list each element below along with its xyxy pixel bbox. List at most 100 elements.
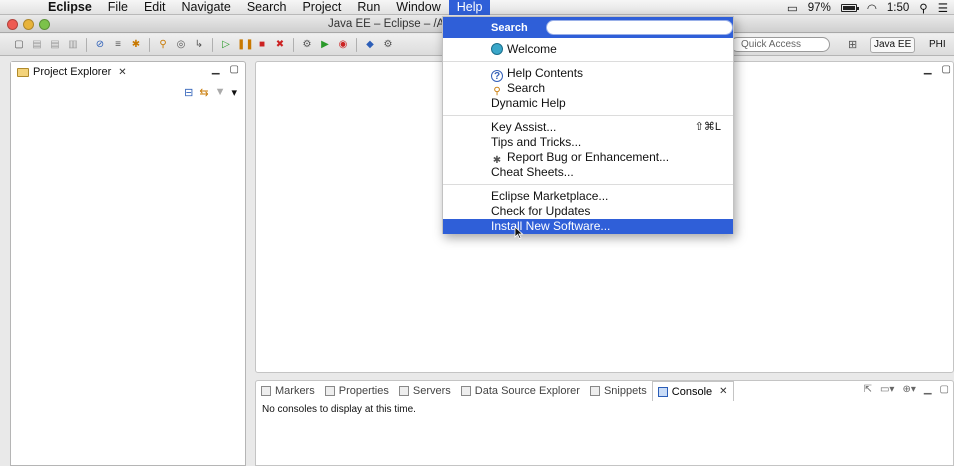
perspective-php-label: PHI — [929, 39, 946, 50]
tab-snippets-label: Snippets — [603, 385, 647, 397]
menu-item-install-new-software[interactable]: Install New Software... — [443, 219, 733, 234]
menu-item-install-new-software-label: Install New Software... — [491, 219, 611, 233]
filter-icon[interactable]: ▼ — [215, 86, 226, 99]
new-java-project-icon[interactable]: ◆ — [363, 38, 377, 51]
menu-item-cheat-sheets[interactable]: Cheat Sheets... — [443, 165, 733, 180]
perspective-php[interactable]: PHI — [925, 37, 950, 53]
resume-icon[interactable]: ▷ — [219, 38, 233, 51]
menu-item-report-bug-label: Report Bug or Enhancement... — [507, 150, 670, 164]
globe-icon — [491, 43, 503, 55]
maximize-icon[interactable]: ▢ — [940, 384, 949, 395]
tab-data-source-explorer[interactable]: Data Source Explorer — [456, 381, 585, 401]
skip-breakpoints-icon[interactable]: ⊘ — [93, 38, 107, 51]
open-settings-icon[interactable]: ⚙ — [381, 38, 395, 51]
system-menubar: Eclipse File Edit Navigate Search Projec… — [0, 0, 954, 15]
menu-item-report-bug[interactable]: ✱ Report Bug or Enhancement... — [443, 150, 733, 166]
tab-servers-label: Servers — [412, 385, 451, 397]
minimize-window-button[interactable] — [23, 19, 34, 30]
menu-item-search[interactable]: ⚲ Search — [443, 81, 733, 97]
tab-markers-label: Markers — [275, 385, 315, 397]
battery-percent: 97% — [807, 1, 831, 14]
toolbar-separator — [149, 37, 150, 52]
perspective-java-ee[interactable]: Java EE — [870, 37, 916, 53]
build-icon[interactable]: ✱ — [129, 38, 143, 51]
battery-icon[interactable] — [840, 3, 859, 12]
disconnect-icon[interactable]: ✖ — [273, 38, 287, 51]
project-explorer-title: Project Explorer — [33, 66, 112, 78]
collapse-all-icon[interactable]: ⊟ — [184, 86, 193, 99]
menu-item-check-for-updates[interactable]: Check for Updates — [443, 204, 733, 219]
open-perspective-icon[interactable]: ⊞ — [848, 38, 857, 51]
open-console-icon[interactable]: ⊕▾ — [902, 384, 915, 395]
menu-item-key-assist-label: Key Assist... — [491, 120, 557, 134]
link-with-editor-icon[interactable]: ⇆ — [199, 86, 208, 99]
suspend-icon[interactable]: ❚❚ — [237, 38, 254, 51]
minimize-icon[interactable]: ▁ — [924, 384, 932, 395]
menu-item-search-label: Search — [507, 81, 546, 95]
help-search-row: Search — [443, 17, 733, 38]
search-target-icon[interactable]: ◎ — [174, 38, 188, 51]
maximize-icon[interactable]: ▢ — [230, 64, 239, 75]
notification-list-icon[interactable]: ☰ — [938, 1, 948, 15]
clock[interactable]: 1:50 — [887, 2, 909, 14]
tab-properties-label: Properties — [338, 385, 389, 397]
tab-snippets[interactable]: Snippets — [585, 381, 652, 401]
menu-help[interactable]: Help — [448, 0, 491, 15]
project-explorer-panel: Project Explorer ✕ ▁ ▢ ⊟ ⇆ ▼ ▾ — [10, 61, 246, 466]
close-window-button[interactable] — [7, 19, 18, 30]
tab-console[interactable]: Console ✕ — [651, 381, 734, 401]
terminate-icon[interactable]: ■ — [255, 38, 269, 51]
wifi-icon[interactable]: ◠ — [867, 1, 877, 15]
save-icon[interactable]: ▤ — [30, 38, 44, 51]
menu-eclipse[interactable]: Eclipse — [40, 0, 100, 15]
perspective-java-ee-label: Java EE — [874, 39, 912, 50]
new-icon[interactable]: ▢ — [12, 38, 26, 51]
pin-console-icon[interactable]: ⇱ — [864, 384, 872, 395]
window-title: Java EE – Eclipse – /A — [328, 18, 445, 30]
menu-project[interactable]: Project — [294, 0, 349, 15]
tab-properties[interactable]: Properties — [320, 381, 394, 401]
tab-servers[interactable]: Servers — [394, 381, 456, 401]
view-menu-icon[interactable]: ▾ — [231, 86, 237, 99]
menu-item-eclipse-marketplace[interactable]: Eclipse Marketplace... — [443, 189, 733, 204]
menu-item-help-contents-label: Help Contents — [507, 66, 584, 80]
menu-item-welcome[interactable]: Welcome — [443, 42, 733, 57]
print-icon[interactable]: ▥ — [66, 38, 80, 51]
tab-markers[interactable]: Markers — [256, 381, 320, 401]
menu-window[interactable]: Window — [388, 0, 448, 15]
display-console-icon[interactable]: ▭▾ — [880, 384, 894, 395]
minimize-icon[interactable]: ▁ — [212, 64, 220, 75]
maximize-icon[interactable]: ▢ — [942, 64, 951, 75]
menu-navigate[interactable]: Navigate — [173, 0, 238, 15]
server-settings-icon[interactable]: ⚙ — [300, 38, 314, 51]
menu-item-help-contents[interactable]: ? Help Contents — [443, 66, 733, 82]
folder-icon — [17, 67, 29, 77]
menu-file[interactable]: File — [100, 0, 136, 15]
zoom-window-button[interactable] — [39, 19, 50, 30]
minimize-icon[interactable]: ▁ — [924, 64, 932, 75]
open-type-icon[interactable]: ⚲ — [156, 38, 170, 51]
external-tools-icon[interactable]: ◉ — [336, 38, 350, 51]
menu-item-dynamic-help[interactable]: Dynamic Help — [443, 96, 733, 111]
menu-separator — [443, 184, 733, 185]
debug-step-icon[interactable]: ↳ — [192, 38, 206, 51]
menu-run[interactable]: Run — [349, 0, 388, 15]
help-search-input[interactable] — [545, 20, 733, 35]
run-icon[interactable]: ▶ — [318, 38, 332, 51]
menu-separator — [443, 61, 733, 62]
close-icon[interactable]: ✕ — [719, 386, 727, 397]
menu-item-dynamic-help-label: Dynamic Help — [491, 96, 566, 110]
task-list-icon[interactable]: ≡ — [111, 38, 125, 51]
save-all-icon[interactable]: ▤ — [48, 38, 62, 51]
key-assist-shortcut: ⇧⌘L — [694, 121, 721, 133]
menu-edit[interactable]: Edit — [136, 0, 174, 15]
tab-project-explorer[interactable]: Project Explorer ✕ — [11, 62, 131, 82]
menu-item-key-assist[interactable]: Key Assist... ⇧⌘L — [443, 120, 733, 135]
spotlight-search-icon[interactable]: ⚲ — [919, 1, 927, 15]
menu-item-tips-and-tricks-label: Tips and Tricks... — [491, 135, 582, 149]
close-icon[interactable]: ✕ — [118, 67, 126, 78]
menu-search[interactable]: Search — [239, 0, 295, 15]
screen-icon[interactable]: ▭ — [787, 1, 798, 15]
menu-item-tips-and-tricks[interactable]: Tips and Tricks... — [443, 135, 733, 150]
quick-access-input[interactable]: Quick Access — [730, 37, 830, 52]
